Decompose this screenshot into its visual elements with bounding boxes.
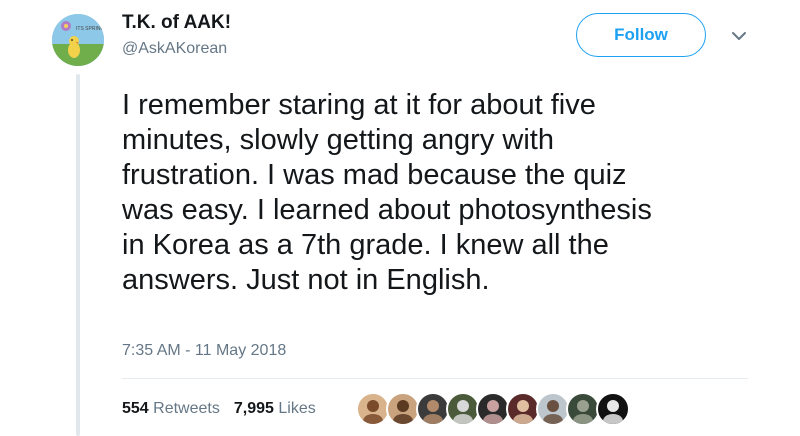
liker-avatar-9[interactable]: [596, 392, 630, 426]
tweet-stats: 554 Retweets 7,995 Likes: [122, 400, 316, 418]
liker-avatar-7[interactable]: [536, 392, 570, 426]
thread-line: [76, 74, 80, 436]
retweets-label: Retweets: [153, 400, 220, 417]
author-avatar[interactable]: ITS SPRING!: [52, 14, 104, 66]
author-handle[interactable]: @AskAKorean: [122, 40, 227, 58]
likes-count: 7,995: [233, 400, 274, 417]
liker-avatar-8[interactable]: [566, 392, 600, 426]
liker-avatar-2[interactable]: [386, 392, 420, 426]
likes-stat[interactable]: 7,995 Likes: [234, 400, 316, 417]
liker-avatar-4[interactable]: [446, 392, 480, 426]
liker-avatar-5[interactable]: [476, 392, 510, 426]
follow-button[interactable]: Follow: [576, 13, 706, 57]
liker-avatar-1[interactable]: [356, 392, 390, 426]
likes-label: Likes: [278, 400, 316, 417]
avatar-image: ITS SPRING!: [52, 14, 104, 66]
tweet-text: I remember staring at it for about five …: [122, 89, 652, 296]
retweets-stat[interactable]: 554 Retweets: [122, 400, 220, 417]
divider: [122, 378, 748, 379]
author-display-name[interactable]: T.K. of AAK!: [122, 12, 231, 34]
liker-avatar-3[interactable]: [416, 392, 450, 426]
liker-avatars: [356, 392, 630, 426]
svg-text:ITS SPRING!: ITS SPRING!: [76, 26, 104, 32]
chevron-down-icon[interactable]: [728, 28, 750, 44]
liker-avatar-6[interactable]: [506, 392, 540, 426]
retweets-count: 554: [122, 400, 149, 417]
tweet-timestamp[interactable]: 7:35 AM - 11 May 2018: [122, 342, 286, 360]
